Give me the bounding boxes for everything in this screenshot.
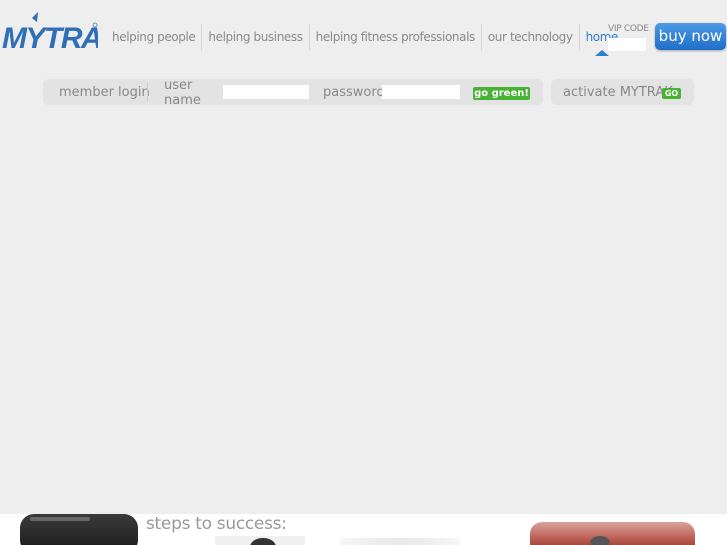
nav-helping-fitness-professionals[interactable]: helping fitness professionals — [310, 23, 481, 51]
active-indicator-arrow-icon — [594, 50, 609, 56]
steps-to-success-section: steps to success: — [0, 514, 727, 545]
main-nav: helping people helping business helping … — [106, 23, 624, 56]
lifestyle-photo-detail — [590, 536, 610, 545]
vip-code-label: VIP CODE — [608, 24, 649, 34]
password-input[interactable] — [382, 85, 460, 99]
password-label: password — [323, 85, 385, 100]
steps-heading: steps to success: — [146, 514, 287, 534]
vip-code-input[interactable] — [608, 38, 646, 51]
username-label: user name — [164, 78, 201, 108]
mytrak-logo[interactable]: MYTRAK — [2, 10, 98, 56]
lifestyle-photo — [530, 522, 695, 545]
nav-helping-people[interactable]: helping people — [106, 23, 201, 51]
member-login-bar: member login user name password go green… — [43, 78, 543, 108]
member-login-label: member login — [59, 85, 150, 100]
activate-mytrak-button[interactable]: activate MYTRAK GO — [551, 79, 694, 105]
nav-helping-business[interactable]: helping business — [202, 23, 308, 51]
nav-our-technology[interactable]: our technology — [482, 23, 579, 51]
username-input[interactable] — [223, 85, 309, 99]
step-image — [340, 538, 460, 545]
go-badge: GO — [662, 88, 681, 99]
svg-text:MYTRAK: MYTRAK — [2, 22, 98, 55]
buy-now-button[interactable]: buy now — [655, 23, 726, 50]
go-green-login-button[interactable]: go green! — [473, 87, 530, 100]
mytrak-device-image — [20, 514, 138, 545]
activate-mytrak-label: activate MYTRAK — [563, 85, 673, 100]
logo-flame-icon — [32, 12, 38, 22]
login-divider — [147, 83, 148, 101]
